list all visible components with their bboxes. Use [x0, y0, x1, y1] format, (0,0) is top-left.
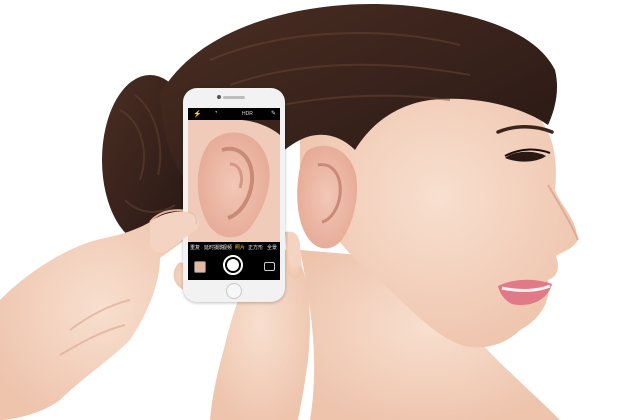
- mode-item[interactable]: 延时摄影: [204, 244, 224, 251]
- camera-top-bar: ⚡ ◔ HDR ✎: [188, 108, 280, 120]
- flash-icon[interactable]: ⚡: [193, 110, 202, 118]
- front-camera-icon: [217, 95, 221, 99]
- screen: ⚡ ◔ HDR ✎ 重复 延时摄影 视频 照片 正方形 全景: [188, 108, 280, 280]
- mode-item[interactable]: 视频: [222, 244, 232, 251]
- gallery-thumbnail-icon[interactable]: [194, 261, 206, 273]
- camera-mode-strip: 重复 延时摄影 视频 照片 正方形 全景: [188, 242, 280, 252]
- earpiece: [223, 96, 245, 99]
- viewfinder: [188, 120, 280, 242]
- mode-item-active[interactable]: 照片: [235, 244, 245, 251]
- mode-item[interactable]: 重复: [190, 244, 200, 251]
- camera-bottom-bar: [188, 252, 280, 280]
- filter-icon[interactable]: ✎: [271, 110, 276, 117]
- timer-icon[interactable]: ◔: [214, 110, 218, 116]
- switch-camera-icon[interactable]: [264, 262, 275, 271]
- mode-item[interactable]: 全景: [267, 244, 277, 251]
- left-hand: [0, 217, 200, 420]
- shutter-icon[interactable]: [223, 255, 243, 275]
- scene-illustration: [0, 3, 579, 420]
- hdr-label[interactable]: HDR: [242, 111, 253, 117]
- home-button-icon[interactable]: [226, 283, 242, 299]
- photo-scene: ⚡ ◔ HDR ✎ 重复 延时摄影 视频 照片 正方形 全景: [0, 0, 630, 420]
- smartphone: ⚡ ◔ HDR ✎ 重复 延时摄影 视频 照片 正方形 全景: [183, 88, 285, 302]
- mode-item[interactable]: 正方形: [248, 244, 263, 251]
